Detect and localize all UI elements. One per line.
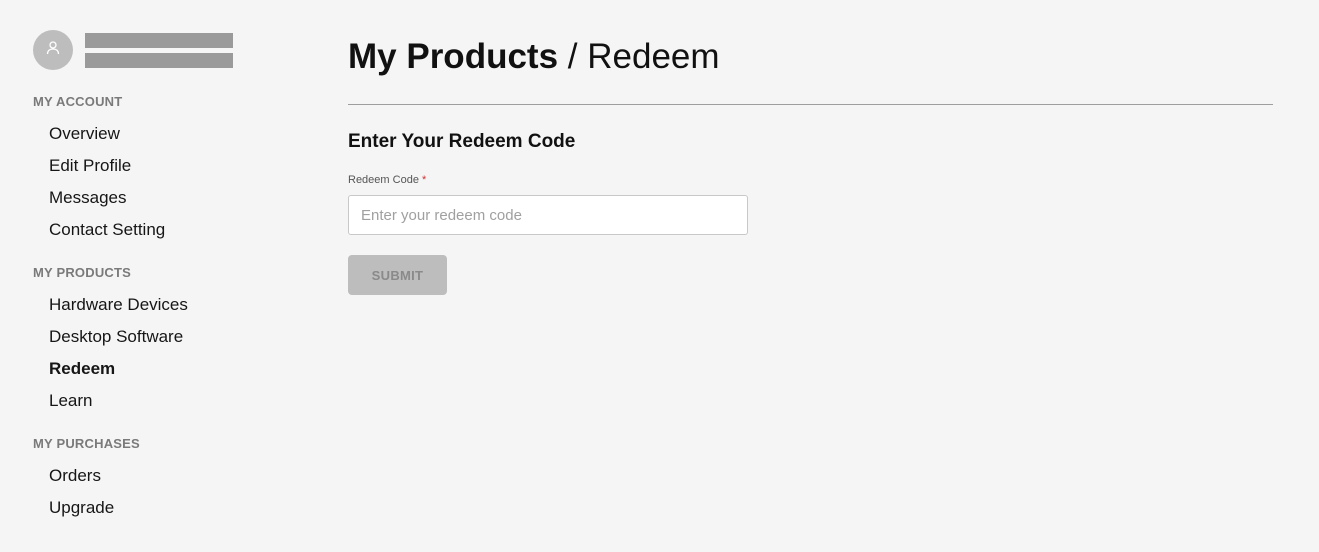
sidebar-item-overview[interactable]: Overview <box>33 118 293 150</box>
nav-list-my-account: Overview Edit Profile Messages Contact S… <box>33 118 293 246</box>
sidebar-item-redeem[interactable]: Redeem <box>33 353 293 385</box>
redeem-code-label: Redeem Code * <box>348 173 1273 187</box>
sidebar-item-upgrade[interactable]: Upgrade <box>33 492 293 524</box>
sidebar-item-learn[interactable]: Learn <box>33 385 293 417</box>
section-heading-my-account: MY ACCOUNT <box>33 94 123 109</box>
user-summary <box>33 30 293 70</box>
redacted-name-line <box>85 32 233 48</box>
sidebar: MY ACCOUNT Overview Edit Profile Message… <box>33 30 293 524</box>
page-title-current: Redeem <box>587 37 720 76</box>
form-title: Enter Your Redeem Code <box>348 131 576 152</box>
user-icon <box>45 40 61 61</box>
sidebar-item-contact-setting[interactable]: Contact Setting <box>33 214 293 246</box>
nav-list-my-purchases: Orders Upgrade <box>33 460 293 524</box>
required-marker: * <box>421 174 427 186</box>
sidebar-item-desktop-software[interactable]: Desktop Software <box>33 321 293 353</box>
section-heading-my-products: MY PRODUCTS <box>33 265 132 280</box>
page-title-section: My Products <box>348 37 559 76</box>
page: MY ACCOUNT Overview Edit Profile Message… <box>0 0 1319 552</box>
redeem-code-input[interactable] <box>348 195 748 235</box>
redeem-code-label-text: Redeem Code <box>348 174 419 186</box>
nav-list-my-products: Hardware Devices Desktop Software Redeem… <box>33 289 293 417</box>
sidebar-item-hardware-devices[interactable]: Hardware Devices <box>33 289 293 321</box>
title-divider <box>348 104 1273 105</box>
page-title-separator: / <box>558 37 588 76</box>
sidebar-item-edit-profile[interactable]: Edit Profile <box>33 150 293 182</box>
redacted-user-name <box>85 32 233 68</box>
avatar[interactable] <box>33 30 73 70</box>
main-content: My Products / Redeem Enter Your Redeem C… <box>348 36 1273 295</box>
submit-button[interactable]: SUBMIT <box>348 255 447 295</box>
page-title: My Products / Redeem <box>348 36 1273 78</box>
sidebar-item-messages[interactable]: Messages <box>33 182 293 214</box>
section-heading-my-purchases: MY PURCHASES <box>33 436 140 451</box>
redacted-email-line <box>85 52 233 68</box>
sidebar-item-orders[interactable]: Orders <box>33 460 293 492</box>
